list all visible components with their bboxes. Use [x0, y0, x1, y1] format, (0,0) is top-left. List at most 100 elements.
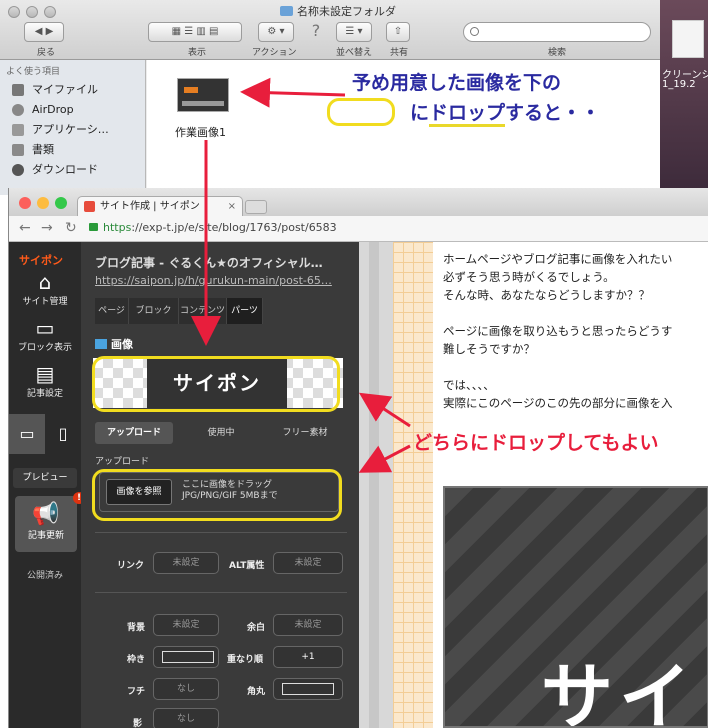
back-forward-button[interactable]: ◀ ▶	[24, 22, 64, 42]
tab-contents[interactable]: コンテンツ	[179, 298, 227, 324]
favicon	[84, 201, 95, 212]
tab-parts[interactable]: パーツ	[227, 298, 263, 324]
nav-site-manage[interactable]: ⌂ サイト管理	[9, 270, 81, 307]
zoom-button[interactable]	[44, 6, 56, 18]
image-icon	[95, 339, 107, 349]
file-name[interactable]: 作業画像1	[175, 124, 226, 140]
folder-icon	[280, 6, 293, 16]
reload-icon[interactable]: ↻	[65, 220, 77, 236]
back-label: 戻る	[37, 48, 56, 58]
annotation-highlight-preview	[92, 356, 340, 412]
tab-block[interactable]: ブロック	[129, 298, 179, 324]
desktop-file-icon[interactable]	[672, 20, 704, 58]
article-title: ブログ記事 - ぐるくん★のオフィシャル…	[95, 256, 323, 270]
app-logo: サイポン	[19, 254, 63, 267]
body-line: では、、、、	[443, 378, 495, 392]
background-label: 背景	[127, 623, 146, 633]
divider	[95, 592, 347, 593]
tab-in-use[interactable]: 使用中	[191, 422, 251, 444]
close-button[interactable]	[8, 6, 20, 18]
body-line	[443, 304, 708, 322]
finder-sidebar: よく使う項目 マイファイル AirDrop アプリケーシ… 書類 ダウンロード	[0, 60, 146, 195]
article-link[interactable]: https://saipon.jp/h/gurukun-main/post-65…	[95, 274, 353, 287]
corner-label: 角丸	[247, 687, 266, 697]
sidebar-item-downloads[interactable]: ダウンロード	[6, 160, 139, 180]
tab-bar: サイト作成 | サイポン ×	[9, 188, 708, 216]
tab-upload[interactable]: アップロード	[95, 422, 173, 444]
close-tab-icon[interactable]: ×	[228, 197, 236, 216]
view-mode-buttons[interactable]: ▦ ☰ ▥ ▤	[148, 22, 242, 42]
sidebar-item-myfiles[interactable]: マイファイル	[6, 80, 139, 100]
body-line: 必ずそう思う時がくるでしょう。	[443, 270, 615, 284]
house-icon: ⌂	[38, 270, 52, 294]
publish-status: 公開済み	[26, 571, 63, 581]
preview-button[interactable]: プレビュー	[13, 468, 77, 488]
minimize-button[interactable]	[37, 197, 49, 209]
action-button[interactable]: ⚙ ▾	[258, 22, 294, 42]
annotation-line-2: にドロップすると・・	[410, 98, 600, 127]
browser-tab[interactable]: サイト作成 | サイポン ×	[77, 196, 243, 216]
article-image-text: サイ	[541, 655, 698, 728]
url-field[interactable]: https://exp-t.jp/e/site/blog/1763/post/6…	[89, 221, 337, 234]
margin-label: 余白	[247, 623, 266, 633]
device-switcher: ▭ ▯	[9, 414, 81, 454]
annotation-red: どちらにドロップしてもよい	[413, 432, 659, 454]
mobile-view-icon[interactable]: ▯	[45, 414, 81, 454]
sidebar-item-applications[interactable]: アプリケーシ…	[6, 120, 139, 140]
forward-arrow-icon[interactable]: →	[41, 220, 53, 236]
body-line: 難しそうですか？	[443, 342, 535, 356]
back-arrow-icon[interactable]: ←	[19, 220, 31, 236]
address-bar: ← → ↻ https://exp-t.jp/e/site/blog/1763/…	[9, 216, 708, 242]
body-line	[443, 358, 708, 376]
shadow-field[interactable]: なし	[153, 708, 219, 728]
body-line: ページに画像を取り込もうと思ったらどうす	[443, 324, 673, 338]
alt-field[interactable]: 未設定	[273, 552, 343, 574]
search-label: 検索	[548, 48, 567, 58]
margin-field[interactable]: 未設定	[273, 614, 343, 636]
body-line: そんな時、あなたならどうしますか？？	[443, 288, 650, 302]
apps-icon	[12, 124, 24, 136]
overlap-field[interactable]: +1	[273, 646, 343, 668]
update-article-button[interactable]: 📢 記事更新	[15, 496, 77, 552]
new-tab-button[interactable]	[245, 200, 267, 214]
app-sidebar: サイポン ⌂ サイト管理 ▭ ブロック表示 ▤ 記事設定 ▭ ▯ プレビュー 📢 記事更…	[9, 242, 85, 728]
zoom-button[interactable]	[55, 197, 67, 209]
airdrop-icon	[12, 104, 24, 116]
help-icon[interactable]: ?	[308, 22, 324, 42]
file-thumbnail[interactable]	[177, 78, 229, 112]
corner-field[interactable]	[273, 678, 343, 700]
devices-icon: ▭	[35, 316, 55, 340]
panel-divider[interactable]	[359, 242, 393, 728]
shadow-label: 影	[133, 719, 143, 728]
image-source-tabs: アップロード 使用中 フリー素材	[95, 422, 347, 444]
nav-article-settings[interactable]: ▤ 記事設定	[9, 362, 81, 399]
overlap-label: 重なり順	[227, 655, 264, 665]
sidebar-item-airdrop[interactable]: AirDrop	[6, 100, 139, 120]
edge-field[interactable]: なし	[153, 678, 219, 700]
documents-icon	[12, 144, 24, 156]
sidebar-item-documents[interactable]: 書類	[6, 140, 139, 160]
minimize-button[interactable]	[26, 6, 38, 18]
arrange-button[interactable]: ☰ ▾	[336, 22, 372, 42]
close-button[interactable]	[19, 197, 31, 209]
search-input[interactable]	[463, 22, 651, 42]
arrange-label: 並べ替え	[336, 48, 373, 58]
desktop-background	[660, 0, 708, 195]
desktop-view-icon[interactable]: ▭	[9, 414, 45, 454]
divider	[95, 532, 347, 533]
window-title: 名称未設定フォルダ	[280, 3, 396, 19]
article-body: ホームページやブログ記事に画像を入れたい 必ずそう思う時がくるでしょう。 そんな…	[443, 250, 708, 412]
lock-icon	[89, 223, 98, 231]
nav-block-view[interactable]: ▭ ブロック表示	[9, 316, 81, 353]
share-button[interactable]: ⇧	[386, 22, 410, 42]
link-field[interactable]: 未設定	[153, 552, 219, 574]
finder-toolbar: 名称未設定フォルダ ◀ ▶ 戻る ▦ ☰ ▥ ▤ 表示 ⚙ ▾ アクション ? …	[0, 0, 660, 60]
article-image[interactable]: サイ	[443, 486, 708, 728]
background-field[interactable]: 未設定	[153, 614, 219, 636]
tab-free-material[interactable]: フリー素材	[265, 422, 345, 444]
alt-label: ALT属性	[229, 561, 265, 571]
border-field[interactable]	[153, 646, 219, 668]
border-label: 枠き	[127, 655, 146, 665]
tab-page[interactable]: ページ	[95, 298, 129, 324]
link-label: リンク	[117, 561, 145, 571]
